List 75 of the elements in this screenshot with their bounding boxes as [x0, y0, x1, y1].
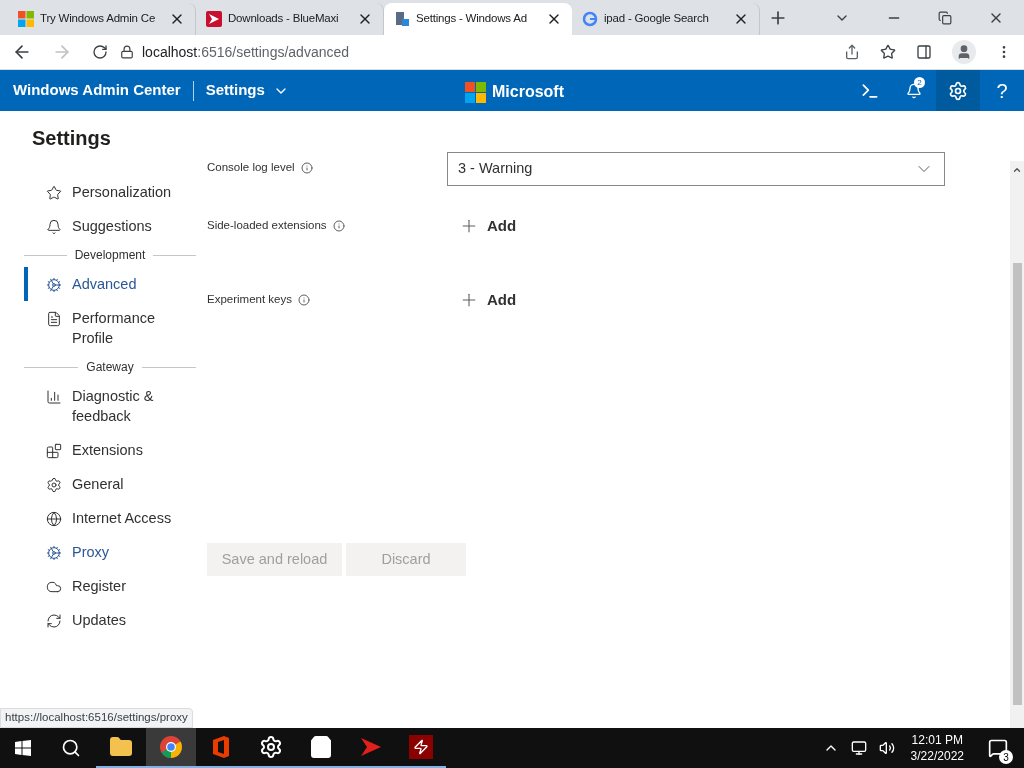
taskbar-app[interactable]: [146, 728, 196, 768]
info-icon[interactable]: [298, 293, 310, 306]
nav-item[interactable]: Diagnostic & feedback: [24, 379, 200, 433]
gear-icon: [46, 477, 62, 493]
bookmark-icon[interactable]: [880, 44, 896, 60]
notifications-button[interactable]: 2: [892, 70, 936, 111]
lock-icon[interactable]: [120, 45, 134, 59]
nav-item[interactable]: Advanced: [24, 267, 200, 301]
chart-icon: [46, 389, 62, 405]
search-icon[interactable]: [61, 738, 81, 758]
notification-count: 3: [999, 750, 1013, 764]
blocks-icon: [46, 443, 62, 459]
info-icon[interactable]: [300, 161, 313, 174]
log-level-dropdown[interactable]: 3 - Warning: [447, 152, 945, 186]
document-icon: [46, 311, 62, 327]
settings-icon: [948, 80, 968, 101]
tab-title: Settings - Windows Ad: [416, 11, 528, 27]
globe-icon: [46, 511, 62, 527]
tab-title: Try Windows Admin Ce: [40, 11, 157, 27]
settings-button[interactable]: [936, 70, 980, 111]
scrollbar[interactable]: [1010, 161, 1024, 728]
nav-item[interactable]: Updates: [24, 603, 200, 637]
nav-item[interactable]: Internet Access: [24, 501, 200, 535]
cloud-icon: [46, 579, 62, 595]
side-panel-icon[interactable]: [916, 44, 932, 60]
windows-logo-icon: [18, 11, 34, 27]
nav-item[interactable]: General: [24, 467, 200, 501]
setting-label: Experiment keys: [207, 292, 292, 307]
page-title: Settings: [31, 126, 112, 151]
browser-tab[interactable]: Settings - Windows Ad: [384, 3, 572, 35]
action-center-button[interactable]: 3: [980, 730, 1016, 766]
bell-icon: [46, 219, 62, 235]
star-icon: [46, 185, 62, 201]
settings-menu[interactable]: Settings: [205, 79, 289, 102]
server-icon: [394, 11, 410, 27]
nav-item[interactable]: Personalization: [24, 175, 200, 209]
status-url: https://localhost:6516/settings/proxy: [0, 708, 193, 728]
reload-icon[interactable]: [92, 44, 108, 60]
gear-icon: [259, 735, 283, 759]
folder-icon: [109, 735, 133, 759]
microsoft-logo-icon: [465, 81, 486, 103]
notification-badge: 2: [914, 77, 925, 88]
app-title: Windows Admin Center: [13, 80, 181, 101]
tab-title: Downloads - BlueMaxi: [228, 11, 340, 27]
profile-avatar[interactable]: [952, 40, 976, 64]
flash-icon: [409, 735, 433, 759]
google-g-icon: [582, 11, 598, 27]
network-icon[interactable]: [850, 740, 867, 756]
add-button[interactable]: Add: [447, 215, 517, 238]
refresh-icon: [46, 613, 62, 629]
setting-label: Console log level: [207, 160, 295, 175]
address-field[interactable]: localhost:6516/settings/advanced: [142, 41, 350, 63]
bell-icon: [906, 82, 922, 99]
section-label: Development: [74, 247, 146, 264]
brand-name: Microsoft: [492, 82, 564, 102]
info-icon[interactable]: [332, 219, 345, 232]
start-icon[interactable]: [15, 740, 31, 756]
clock[interactable]: 12:01 PM 3/22/2022: [906, 732, 968, 764]
share-icon[interactable]: [844, 44, 860, 60]
tab-title: ipad - Google Search: [604, 11, 710, 27]
help-button[interactable]: ?: [980, 70, 1024, 111]
volume-icon[interactable]: [878, 740, 895, 756]
nav-item[interactable]: Suggestions: [24, 209, 200, 243]
nav-item[interactable]: Extensions: [24, 433, 200, 467]
nav-item[interactable]: Register: [24, 569, 200, 603]
scroll-up-icon[interactable]: [1012, 165, 1022, 175]
nav-item[interactable]: Performance Profile: [24, 301, 200, 355]
arrow-logo-icon: [359, 735, 383, 759]
chrome-icon: [159, 735, 183, 759]
section-label: Gateway: [86, 359, 134, 376]
arrow-logo-icon: [206, 11, 222, 27]
setting-label: Side-loaded extensions: [207, 218, 327, 233]
restore-icon[interactable]: [938, 11, 952, 25]
add-button[interactable]: Add: [447, 289, 517, 312]
nav-item[interactable]: Proxy: [24, 535, 200, 569]
